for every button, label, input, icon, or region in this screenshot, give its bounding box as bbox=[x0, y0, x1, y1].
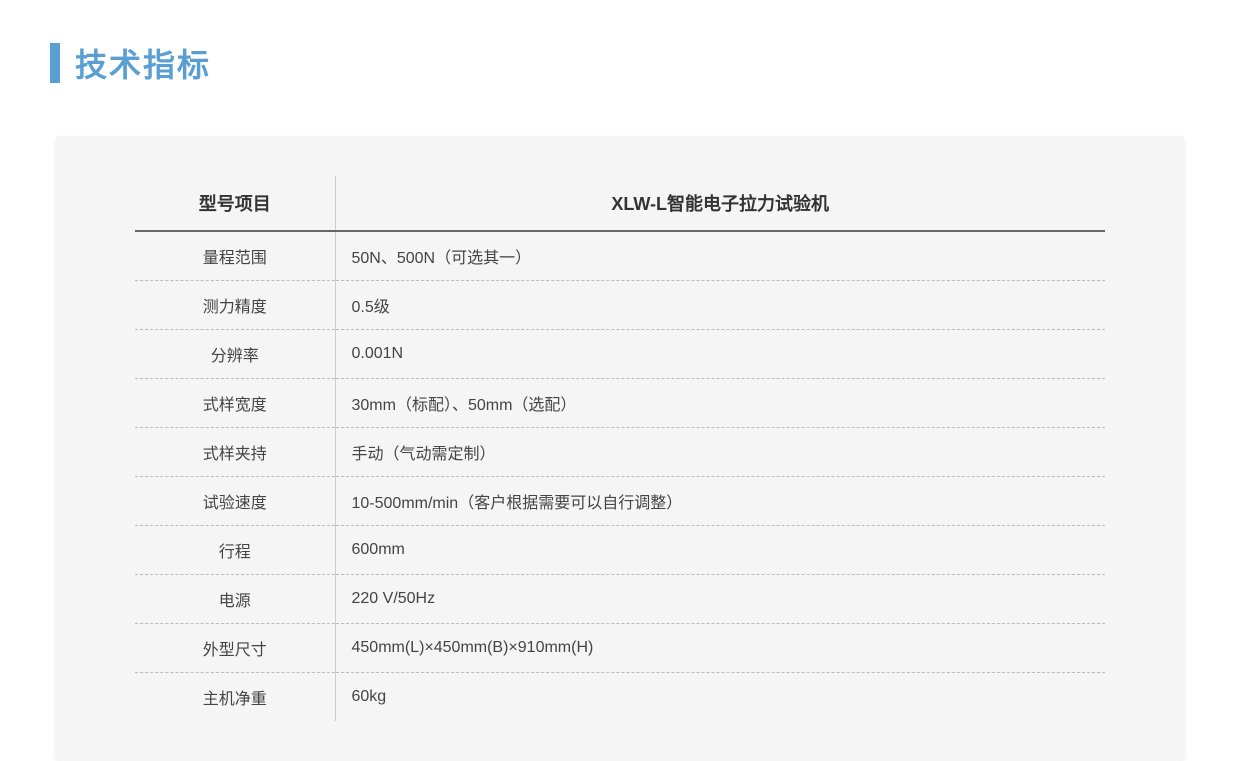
spec-label: 式样宽度 bbox=[135, 379, 335, 428]
table-row: 量程范围 50N、500N（可选其一） bbox=[135, 231, 1105, 281]
spec-value: 手动（气动需定制） bbox=[335, 428, 1105, 477]
spec-label: 量程范围 bbox=[135, 231, 335, 281]
table-row: 式样宽度 30mm（标配）、50mm（选配） bbox=[135, 379, 1105, 428]
spec-value: 220 V/50Hz bbox=[335, 575, 1105, 624]
table-row: 行程 600mm bbox=[135, 526, 1105, 575]
spec-label: 行程 bbox=[135, 526, 335, 575]
table-row: 外型尺寸 450mm(L)×450mm(B)×910mm(H) bbox=[135, 624, 1105, 673]
section-header: 技术指标 bbox=[50, 40, 1190, 86]
spec-label: 试验速度 bbox=[135, 477, 335, 526]
spec-label: 外型尺寸 bbox=[135, 624, 335, 673]
table-row: 试验速度 10-500mm/min（客户根据需要可以自行调整） bbox=[135, 477, 1105, 526]
spec-value: 0.001N bbox=[335, 330, 1105, 379]
header-col-model: 型号项目 bbox=[135, 176, 335, 231]
header-col-product: XLW-L智能电子拉力试验机 bbox=[335, 176, 1105, 231]
spec-value: 30mm（标配）、50mm（选配） bbox=[335, 379, 1105, 428]
spec-label: 分辨率 bbox=[135, 330, 335, 379]
table-row: 式样夹持 手动（气动需定制） bbox=[135, 428, 1105, 477]
spec-value: 0.5级 bbox=[335, 281, 1105, 330]
title-accent-bar bbox=[50, 43, 60, 83]
specs-card: 型号项目 XLW-L智能电子拉力试验机 量程范围 50N、500N（可选其一） … bbox=[55, 136, 1185, 761]
spec-label: 电源 bbox=[135, 575, 335, 624]
table-header-row: 型号项目 XLW-L智能电子拉力试验机 bbox=[135, 176, 1105, 231]
section-title-text: 技术指标 bbox=[75, 40, 211, 86]
spec-value: 50N、500N（可选其一） bbox=[335, 231, 1105, 281]
spec-value: 450mm(L)×450mm(B)×910mm(H) bbox=[335, 624, 1105, 673]
specs-table: 型号项目 XLW-L智能电子拉力试验机 量程范围 50N、500N（可选其一） … bbox=[135, 176, 1105, 721]
spec-label: 测力精度 bbox=[135, 281, 335, 330]
spec-value: 10-500mm/min（客户根据需要可以自行调整） bbox=[335, 477, 1105, 526]
table-row: 分辨率 0.001N bbox=[135, 330, 1105, 379]
spec-label: 式样夹持 bbox=[135, 428, 335, 477]
spec-value: 600mm bbox=[335, 526, 1105, 575]
table-row: 电源 220 V/50Hz bbox=[135, 575, 1105, 624]
table-row: 测力精度 0.5级 bbox=[135, 281, 1105, 330]
